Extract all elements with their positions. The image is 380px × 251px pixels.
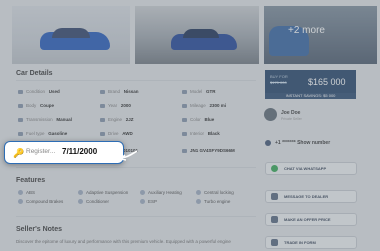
- registration-popup[interactable]: 🔑 Register... 7/11/2000: [4, 141, 124, 164]
- registration-date: 7/11/2000: [62, 147, 98, 156]
- overlay-dim: [0, 0, 380, 251]
- registration-label: Register...: [26, 148, 56, 155]
- key-icon: 🔑: [13, 148, 25, 158]
- pointer-arrow-icon: [120, 150, 138, 161]
